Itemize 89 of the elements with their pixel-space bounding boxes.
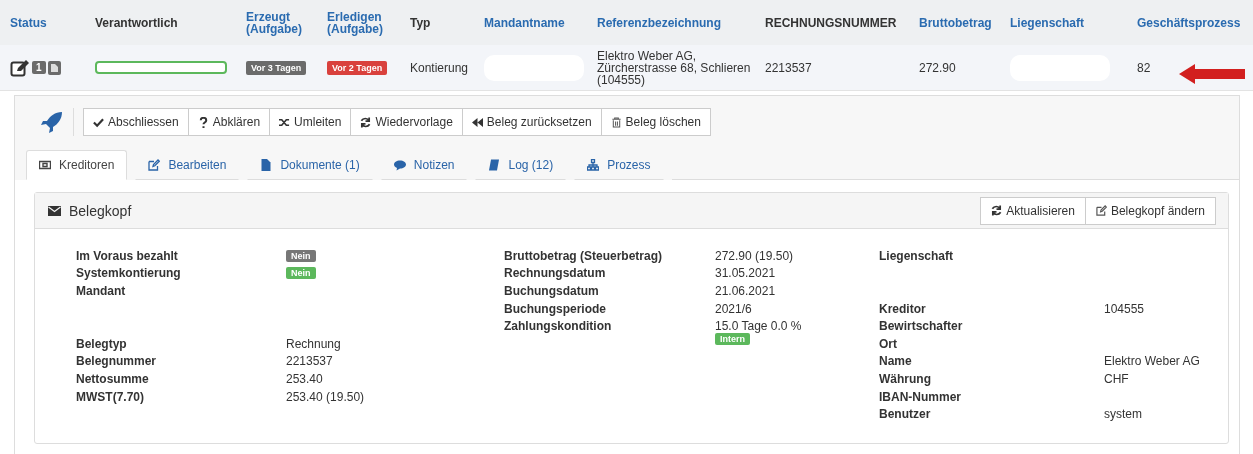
time-label: Vor 2 Tagen [327, 60, 388, 75]
field-label: Liegenschaft [879, 248, 954, 263]
shuffle-icon [279, 116, 291, 128]
column-header[interactable]: Status [10, 16, 95, 29]
column-header[interactable]: Referenzbezeichnung [597, 16, 765, 29]
field-value: 31.05.2021 [715, 266, 776, 281]
arrow-icon [1179, 63, 1245, 84]
field-label: Belegnummer [76, 354, 158, 369]
rocket-icon [41, 111, 63, 133]
field-label: MWST(7.70) [76, 389, 145, 404]
field-value: Rechnung [286, 336, 341, 351]
check-icon [93, 116, 104, 128]
toolbar-button[interactable]: Beleg löschen [600, 108, 711, 136]
field-value: 253.40 [286, 371, 323, 386]
tab[interactable]: Notizen [380, 150, 468, 180]
speech-bubble-icon [393, 159, 406, 171]
field-label: Name [879, 354, 913, 369]
column-header[interactable]: Bruttobetrag [919, 16, 1010, 29]
question-icon [197, 116, 209, 128]
field-label: Benutzer [879, 407, 932, 422]
panel-title: Belegkopf [69, 202, 132, 219]
document-icon [260, 159, 273, 171]
field-label: Kreditor [879, 301, 927, 316]
table-cell: 82 [1137, 60, 1151, 75]
field-label: Ort [879, 336, 898, 351]
field-label: Währung [879, 371, 932, 386]
field-label: Buchungsperiode [504, 301, 607, 316]
toolbar-button[interactable]: Abklären [187, 108, 271, 136]
edit-icon [1095, 205, 1107, 216]
toolbar-button[interactable]: Umleiten [269, 108, 352, 136]
field-label: IBAN-Nummer [879, 389, 962, 404]
table-cell: 2213537 [765, 60, 812, 75]
field-value: 272.90 (19.50) [715, 248, 794, 263]
refresh-icon [991, 205, 1003, 216]
field-value: 15.0 Tage 0.0 % [715, 319, 802, 334]
refresh-icon [360, 116, 372, 128]
field-label: Bewirtschafter [879, 319, 964, 334]
column-header[interactable]: Mandantname [484, 16, 597, 29]
column-header: Typ [410, 16, 432, 29]
field-label: Buchungsdatum [504, 284, 600, 298]
field-value: Elektro Weber AG [1104, 354, 1200, 369]
field-label: Rechnungsdatum [504, 266, 607, 281]
field-label: Mandant [76, 284, 127, 298]
table-cell: Kontierung [410, 60, 469, 75]
tab[interactable]: Log (12) [475, 150, 567, 180]
field-value: 104555 [1104, 301, 1145, 316]
field-label: Systemkontierung [76, 266, 182, 281]
toolbar-button[interactable]: Abschliessen [83, 108, 189, 136]
edit-icon[interactable] [10, 58, 30, 77]
tab[interactable]: Bearbeiten [135, 150, 240, 180]
book-icon [488, 159, 501, 171]
tab[interactable]: Kreditoren [26, 150, 128, 180]
column-header[interactable]: Geschäftsprozess [1137, 16, 1243, 29]
edit-icon [148, 159, 161, 171]
document-count: 1 [32, 61, 46, 74]
toolbar-button[interactable]: Wiedervorlage [350, 108, 463, 136]
time-label: Vor 3 Tagen [246, 60, 307, 75]
field-value: CHF [1104, 371, 1129, 386]
envelope-icon [48, 205, 61, 216]
rewind-icon [471, 116, 483, 128]
field-value: 2213537 [286, 354, 333, 369]
sitemap-icon [587, 159, 600, 171]
field-label: Belegtyp [76, 336, 128, 351]
field-value: 253.40 (19.50) [286, 389, 365, 404]
field-value: system [1104, 407, 1142, 422]
field-value: 21.06.2021 [715, 284, 776, 298]
panel-button[interactable]: Aktualisieren [980, 196, 1086, 225]
column-header: Verantwortlich [95, 16, 179, 29]
status-label: Nein [286, 267, 316, 280]
column-header[interactable]: Erledigen (Aufgabe) [327, 10, 410, 35]
status-label: Intern [715, 333, 750, 346]
document-icon[interactable] [47, 60, 61, 75]
status-label: Nein [286, 249, 316, 262]
column-header[interactable]: Erzeugt (Aufgabe) [246, 10, 327, 35]
id-card-icon [39, 159, 51, 171]
toolbar-button[interactable]: Beleg zurücksetzen [461, 108, 602, 136]
column-header[interactable]: Liegenschaft [1010, 16, 1137, 29]
field-label: Bruttobetrag (Steuerbetrag) [504, 248, 663, 263]
table-cell-text: Elektro Weber AG, Zürcherstrasse 68, Schlieren (104555) [597, 49, 752, 86]
table-cell: 272.90 [919, 60, 956, 75]
field-value: 2021/6 [715, 301, 752, 316]
trash-icon [610, 116, 622, 128]
field-label: Zahlungskondition [504, 319, 613, 334]
panel-button[interactable]: Belegkopf ändern [1084, 196, 1216, 225]
tab[interactable]: Prozess [574, 150, 664, 180]
column-header: RECHNUNGSNUMMER [765, 16, 898, 29]
field-label: Im Voraus bezahlt [76, 248, 179, 263]
field-label: Nettosumme [76, 371, 150, 386]
tab[interactable]: Dokumente (1) [247, 150, 373, 180]
